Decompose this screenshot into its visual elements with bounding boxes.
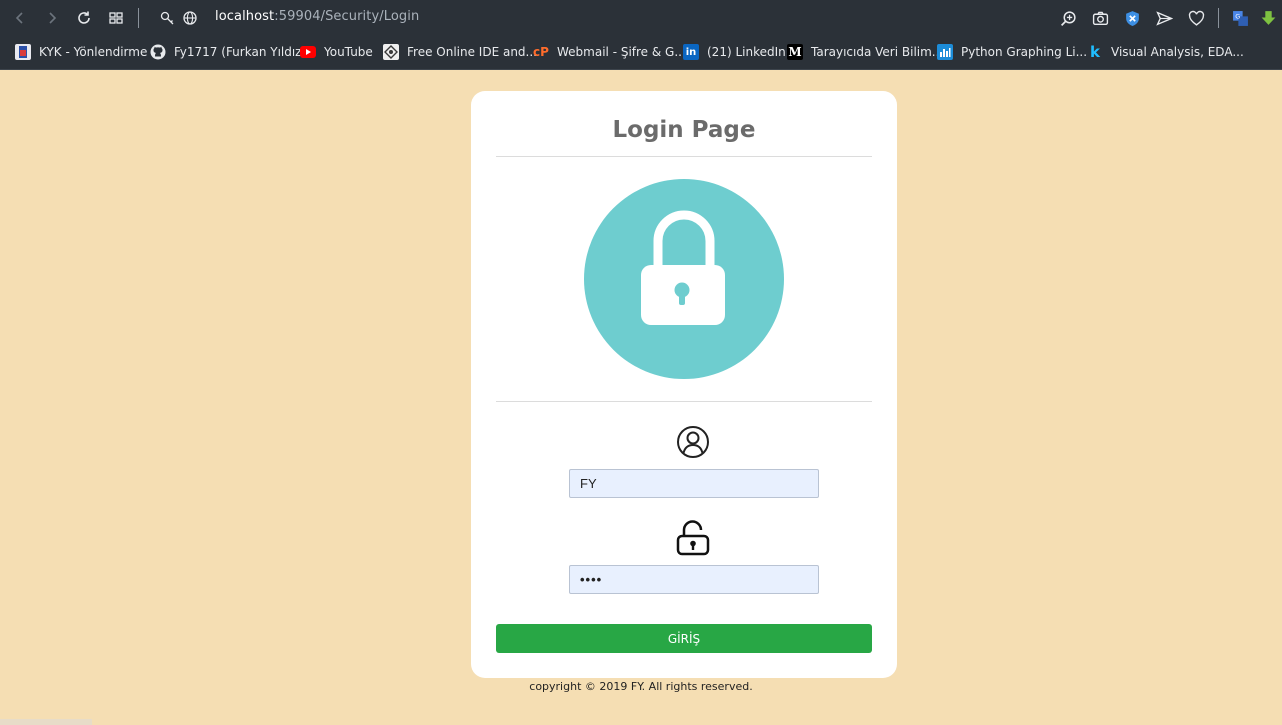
- camera-icon: [1092, 11, 1108, 25]
- svg-text:G: G: [1235, 12, 1240, 20]
- download-arrow-icon: [1261, 10, 1275, 25]
- send-icon: [1155, 10, 1173, 26]
- chart-icon: [937, 44, 953, 60]
- divider: [496, 156, 872, 157]
- chevron-right-icon: [49, 12, 57, 24]
- horizontal-scrollbar[interactable]: [0, 719, 92, 725]
- reload-button[interactable]: [72, 6, 96, 30]
- bookmark-github[interactable]: Fy1717 (Furkan Yıldız): [150, 43, 306, 61]
- youtube-icon: [300, 44, 316, 60]
- globe-icon: [183, 11, 197, 25]
- medium-icon: M: [787, 44, 803, 60]
- bookmark-label: Visual Analysis, EDA...: [1111, 45, 1244, 59]
- github-icon: [150, 44, 166, 60]
- bookmark-kaggle[interactable]: k Visual Analysis, EDA...: [1087, 43, 1244, 61]
- bookmark-label: (21) LinkedIn: [707, 45, 786, 59]
- extension-actions: G: [1224, 6, 1280, 30]
- bookmark-youtube[interactable]: YouTube: [300, 43, 373, 61]
- unlock-icon: [676, 520, 710, 556]
- linkedin-icon: in: [683, 44, 699, 60]
- toolbar-separator: [138, 8, 139, 28]
- bookmark-online-ide[interactable]: Free Online IDE and...: [383, 43, 537, 61]
- tabs-grid-button[interactable]: [104, 6, 128, 30]
- lock-illustration: [584, 179, 784, 379]
- download-button[interactable]: [1256, 6, 1280, 30]
- snapshot-button[interactable]: [1084, 6, 1116, 30]
- bookmark-label: Tarayıcıda Veri Bilim...: [811, 45, 944, 59]
- kyk-icon: [15, 44, 31, 60]
- site-key-button[interactable]: [155, 6, 179, 30]
- chevron-left-icon: [15, 12, 23, 24]
- bookmark-medium[interactable]: M Tarayıcıda Veri Bilim...: [787, 43, 943, 61]
- reload-icon: [78, 11, 90, 24]
- bookmark-label: Python Graphing Li...: [961, 45, 1088, 59]
- user-icon: [677, 426, 709, 458]
- favorites-button[interactable]: [1180, 6, 1212, 30]
- login-button[interactable]: GİRİŞ: [496, 624, 872, 653]
- send-button[interactable]: [1148, 6, 1180, 30]
- site-info-button[interactable]: [178, 6, 202, 30]
- ide-icon: [383, 44, 399, 60]
- copyright-text: copyright © 2019 FY. All rights reserved…: [529, 680, 753, 693]
- translate-button[interactable]: G: [1224, 6, 1256, 30]
- browser-toolbar: localhost:59904/Security/Login G: [0, 0, 1282, 36]
- login-card: Login Page FY •••• GİRİŞ: [471, 91, 897, 678]
- kaggle-icon: k: [1090, 43, 1100, 61]
- translate-icon: G: [1232, 10, 1248, 26]
- address-bar[interactable]: localhost:59904/Security/Login: [215, 9, 419, 24]
- bookmark-label: Fy1717 (Furkan Yıldız): [174, 45, 307, 59]
- bookmark-label: YouTube: [324, 45, 373, 59]
- toolbar-actions: [1052, 6, 1212, 30]
- bookmark-label: KYK - Yönlendirme: [39, 45, 148, 59]
- grid-icon: [109, 12, 123, 24]
- padlock-icon: [641, 210, 725, 325]
- username-input[interactable]: FY: [569, 469, 819, 498]
- password-input[interactable]: ••••: [569, 565, 819, 594]
- zoom-in-icon: [1060, 10, 1076, 26]
- forward-button[interactable]: [40, 6, 64, 30]
- bookmark-label: Webmail - Şifre & G...: [557, 45, 686, 59]
- bookmark-python-graphing[interactable]: Python Graphing Li...: [937, 43, 1087, 61]
- key-icon: [160, 11, 174, 25]
- shield-icon: [1125, 10, 1139, 26]
- bookmark-linkedin[interactable]: in (21) LinkedIn: [683, 43, 786, 61]
- bookmark-label: Free Online IDE and...: [407, 45, 537, 59]
- back-button[interactable]: [8, 6, 32, 30]
- divider: [496, 401, 872, 402]
- cpanel-icon: cP: [533, 45, 549, 59]
- page-title: Login Page: [612, 117, 756, 143]
- bookmark-webmail[interactable]: cP Webmail - Şifre & G...: [533, 43, 686, 61]
- url-path: :59904/Security/Login: [274, 9, 420, 24]
- toolbar-separator: [1218, 8, 1219, 28]
- heart-icon: [1188, 10, 1204, 26]
- zoom-button[interactable]: [1052, 6, 1084, 30]
- ad-blocker-button[interactable]: [1116, 6, 1148, 30]
- bookmark-kyk[interactable]: KYK - Yönlendirme: [15, 43, 147, 61]
- url-host: localhost: [215, 9, 275, 24]
